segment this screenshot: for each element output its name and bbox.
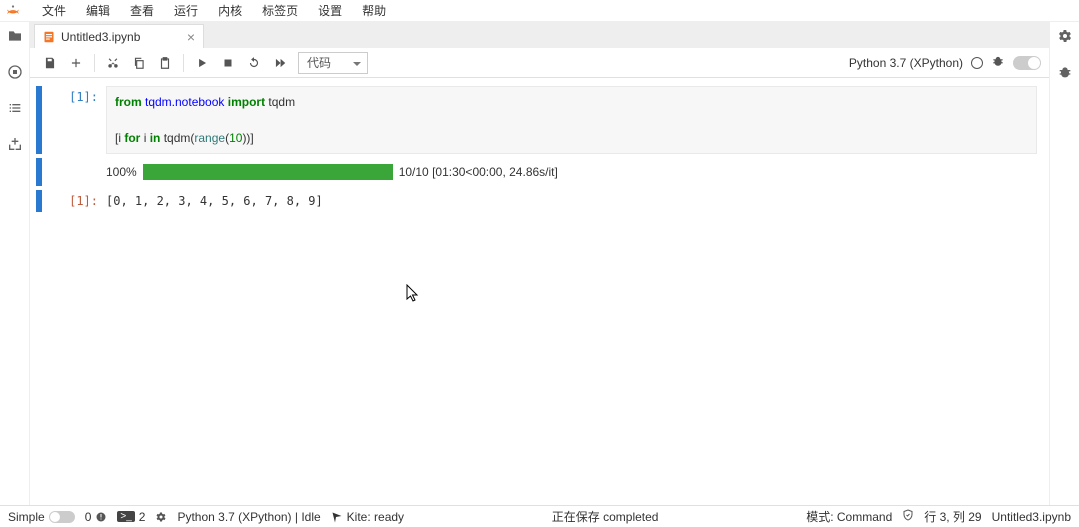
run-all-button[interactable] [268, 51, 292, 75]
status-mode[interactable]: 模式: Command [806, 508, 892, 525]
property-inspector-icon[interactable] [1057, 28, 1073, 44]
progress-percent: 100% [106, 165, 137, 179]
simple-label: Simple [8, 510, 45, 524]
kernel-status-icon[interactable] [971, 57, 983, 69]
menu-view[interactable]: 查看 [120, 0, 164, 21]
menu-file[interactable]: 文件 [32, 0, 76, 21]
insert-cell-button[interactable] [64, 51, 88, 75]
code-editor[interactable]: from tqdm.notebook import tqdm [i for i … [106, 86, 1037, 154]
output-progress-row: 100% 10/10 [01:30<00:00, 24.86s/it] [36, 158, 1037, 186]
paste-button[interactable] [153, 51, 177, 75]
simple-mode-toggle[interactable]: Simple [8, 510, 75, 524]
stop-button[interactable] [216, 51, 240, 75]
run-button[interactable] [190, 51, 214, 75]
tab-title: Untitled3.ipynb [61, 30, 140, 44]
cell-active-bar [36, 190, 42, 212]
toc-icon[interactable] [7, 100, 23, 116]
tab-notebook[interactable]: Untitled3.ipynb × [34, 24, 204, 48]
status-zero[interactable]: 0 [85, 510, 108, 524]
status-file[interactable]: Untitled3.ipynb [992, 510, 1071, 524]
output-text: [0, 1, 2, 3, 4, 5, 6, 7, 8, 9] [106, 190, 1037, 212]
save-button[interactable] [38, 51, 62, 75]
toolbar-right: Python 3.7 (XPython) [849, 54, 1041, 71]
menu-kernel[interactable]: 内核 [208, 0, 252, 21]
tab-bar: Untitled3.ipynb × [30, 22, 1049, 48]
output-prompt-blank [48, 158, 106, 186]
toolbar-separator [94, 54, 95, 72]
progress-bar [143, 164, 393, 180]
status-kernel[interactable]: Python 3.7 (XPython) | Idle [177, 510, 320, 524]
alert-icon [95, 511, 107, 523]
copy-button[interactable] [127, 51, 151, 75]
tab-close-icon[interactable]: × [187, 29, 195, 45]
folder-icon[interactable] [7, 28, 23, 44]
status-bar: Simple 0 >_ 2 Python 3.7 (XPython) | Idl… [0, 505, 1079, 527]
status-terminals[interactable]: >_ 2 [117, 510, 145, 524]
status-saving: 正在保存 completed [552, 508, 659, 525]
center-panel: Untitled3.ipynb × 代码 Python 3.7 (XPython… [30, 22, 1049, 505]
left-sidebar [0, 22, 30, 505]
terminal-icon: >_ [117, 511, 134, 522]
main-area: Untitled3.ipynb × 代码 Python 3.7 (XPython… [0, 22, 1079, 505]
menu-run[interactable]: 运行 [164, 0, 208, 21]
menu-help[interactable]: 帮助 [352, 0, 396, 21]
status-kite[interactable]: Kite: ready [331, 510, 404, 524]
code-cell[interactable]: [1]: from tqdm.notebook import tqdm [i f… [36, 86, 1037, 154]
output-prompt: [1]: [48, 190, 106, 212]
cell-type-select[interactable]: 代码 [298, 52, 368, 74]
trusted-icon[interactable] [902, 509, 914, 524]
restart-button[interactable] [242, 51, 266, 75]
menu-edit[interactable]: 编辑 [76, 0, 120, 21]
menu-settings[interactable]: 设置 [308, 0, 352, 21]
notebook-area[interactable]: [1]: from tqdm.notebook import tqdm [i f… [30, 78, 1049, 505]
extensions-icon[interactable] [7, 136, 23, 152]
cut-button[interactable] [101, 51, 125, 75]
output-result-row: [1]: [0, 1, 2, 3, 4, 5, 6, 7, 8, 9] [36, 190, 1037, 212]
input-prompt: [1]: [48, 86, 106, 154]
debugger-toggle[interactable] [1013, 56, 1041, 70]
menu-tabs[interactable]: 标签页 [252, 0, 308, 21]
right-sidebar [1049, 22, 1079, 505]
toolbar-separator [183, 54, 184, 72]
menu-bar: 文件 编辑 查看 运行 内核 标签页 设置 帮助 [0, 0, 1079, 22]
debugger-panel-icon[interactable] [1057, 64, 1073, 80]
cell-active-bar [36, 86, 42, 154]
status-lsp[interactable] [155, 511, 167, 523]
notebook-icon [43, 31, 55, 43]
debugger-icon[interactable] [991, 54, 1005, 71]
kite-icon [331, 511, 343, 523]
jupyter-logo-icon [4, 2, 22, 20]
status-position[interactable]: 行 3, 列 29 [924, 508, 981, 525]
running-icon[interactable] [7, 64, 23, 80]
cell-active-bar [36, 158, 42, 186]
toggle-icon [49, 511, 75, 523]
progress-label: 10/10 [01:30<00:00, 24.86s/it] [399, 165, 558, 179]
gear-icon [155, 511, 167, 523]
kernel-name[interactable]: Python 3.7 (XPython) [849, 56, 963, 70]
notebook-toolbar: 代码 Python 3.7 (XPython) [30, 48, 1049, 78]
